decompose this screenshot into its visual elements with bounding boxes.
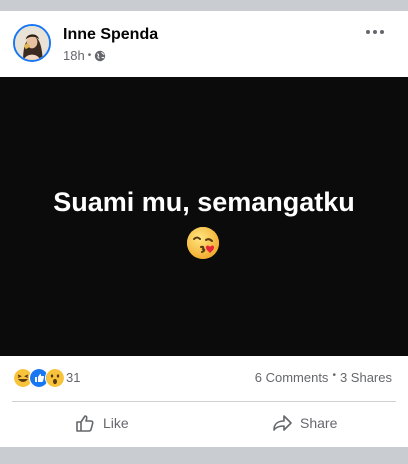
post-stats: 31 6 Comments • 3 Shares	[0, 367, 408, 389]
author-name[interactable]: Inne Spenda	[63, 26, 158, 44]
post-time[interactable]: 18h	[63, 48, 85, 63]
share-button[interactable]: Share	[271, 408, 337, 438]
avatar-image	[15, 26, 49, 60]
globe-icon	[95, 50, 106, 61]
stats-separator: •	[332, 370, 336, 381]
reaction-count[interactable]: 31	[66, 370, 80, 385]
divider	[12, 401, 396, 402]
comments-shares: 6 Comments • 3 Shares	[255, 370, 392, 385]
face-blowing-kiss-icon	[187, 227, 219, 259]
like-button[interactable]: Like	[74, 408, 129, 438]
author-avatar[interactable]	[13, 24, 51, 62]
share-arrow-icon	[273, 415, 292, 431]
post-meta: 18h •	[63, 48, 106, 63]
post-text-background[interactable]: Suami mu, semangatku	[0, 77, 408, 356]
post-header: Inne Spenda 18h •	[0, 11, 408, 77]
meta-separator: •	[87, 50, 92, 61]
more-options-icon[interactable]	[366, 27, 386, 37]
shares-count[interactable]: 3 Shares	[340, 370, 392, 385]
reaction-icons[interactable]	[13, 368, 65, 388]
post-text: Suami mu, semangatku	[53, 187, 355, 217]
wow-reaction-icon	[45, 368, 65, 388]
thumbs-up-icon	[76, 415, 94, 432]
like-label: Like	[103, 415, 129, 431]
comments-count[interactable]: 6 Comments	[255, 370, 329, 385]
post-actions: Like Share	[0, 408, 408, 438]
share-label: Share	[300, 415, 338, 431]
post-card: Inne Spenda 18h • Suami mu, semangatku 3…	[0, 11, 408, 447]
